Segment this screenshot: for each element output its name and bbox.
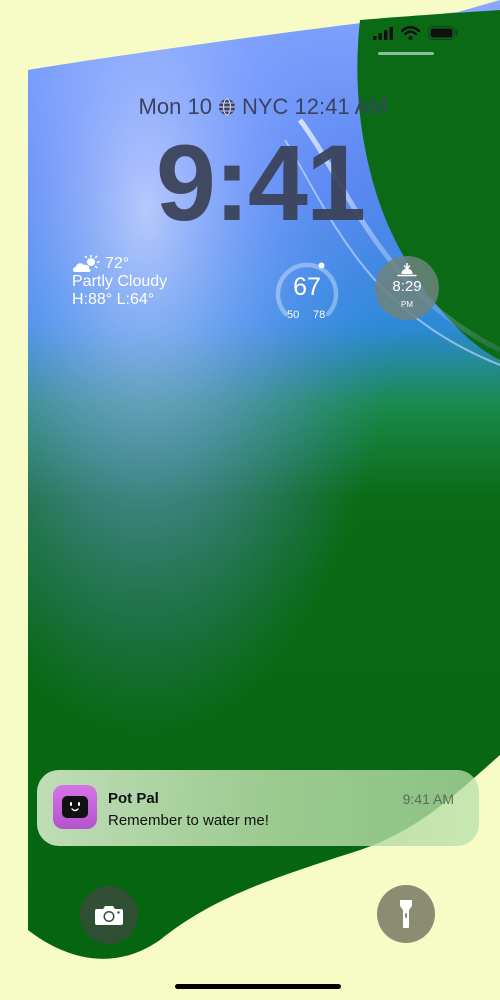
weather-high-low: H:88° L:64° — [72, 291, 155, 308]
lock-screen: Mon 10 NYC 12:41 AM 9:41 72° Partly Clou… — [0, 0, 500, 1000]
sunset-icon — [397, 263, 417, 277]
cellular-signal-icon — [373, 26, 393, 40]
partly-cloudy-icon — [72, 255, 100, 272]
camera-icon — [95, 906, 123, 925]
globe-icon — [218, 98, 235, 116]
weather-widget[interactable]: 72° Partly Cloudy H:88° L:64° — [72, 255, 167, 309]
notification-time: 9:41 AM — [402, 791, 454, 807]
camera-button[interactable] — [80, 886, 138, 944]
sunset-period: PM — [401, 300, 413, 309]
flashlight-icon — [400, 900, 412, 928]
date-line: Mon 10 NYC 12:41 AM — [0, 94, 500, 120]
notification-message: Remember to water me! — [108, 812, 269, 829]
top-grabber — [378, 52, 434, 55]
battery-icon — [428, 26, 458, 40]
smiley-face-icon — [62, 796, 88, 818]
date-text: Mon 10 — [138, 94, 212, 119]
weather-temperature: 72° — [105, 255, 130, 272]
temperature-gauge-widget[interactable]: 67 50 78 — [272, 256, 342, 326]
gauge-max: 78 — [313, 309, 326, 321]
sunset-time: 8:29 — [392, 278, 422, 295]
status-bar — [373, 26, 458, 40]
flashlight-button[interactable] — [377, 885, 435, 943]
notification-card[interactable]: Pot Pal 9:41 AM Remember to water me! — [37, 770, 479, 846]
wifi-icon — [401, 26, 420, 40]
pot-pal-app-icon — [53, 785, 97, 829]
world-clock-text: NYC 12:41 AM — [241, 94, 388, 119]
lock-screen-clock: 9:41 — [155, 122, 366, 243]
gauge-value: 67 — [293, 273, 321, 301]
weather-condition: Partly Cloudy — [72, 273, 168, 290]
sunset-widget[interactable]: 8:29 PM — [375, 256, 439, 320]
home-indicator[interactable] — [175, 984, 341, 989]
gauge-min: 50 — [287, 309, 300, 321]
notification-app-name: Pot Pal — [108, 790, 159, 807]
